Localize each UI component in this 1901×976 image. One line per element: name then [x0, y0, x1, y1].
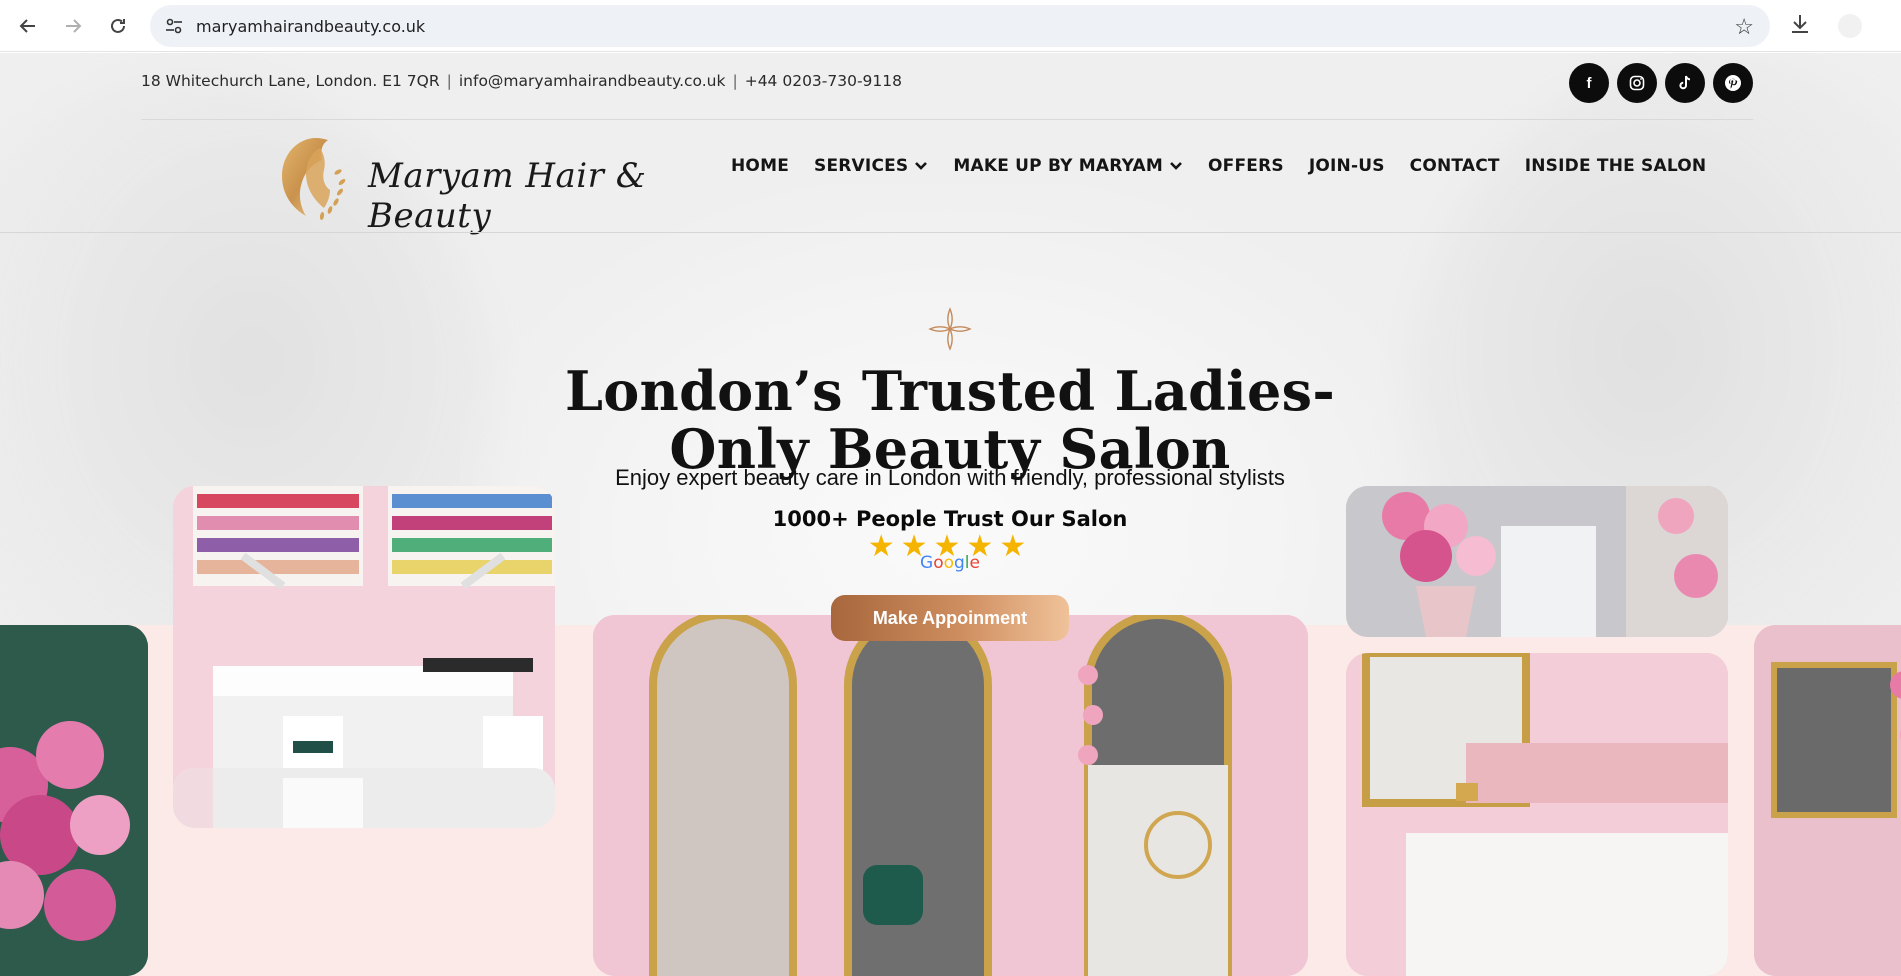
- main-navigation: HOME SERVICES MAKE UP BY MARYAM OFFERS J…: [731, 156, 1706, 176]
- bookmark-star-icon[interactable]: ☆: [1734, 14, 1754, 40]
- hero-title: London’s Trusted Ladies- Only Beauty Sal…: [450, 362, 1450, 478]
- nav-services[interactable]: SERVICES: [814, 156, 928, 176]
- gallery-photo-products: [173, 768, 555, 828]
- hero-subtitle: Enjoy expert beauty care in London with …: [615, 465, 1285, 490]
- nav-contact[interactable]: CONTACT: [1410, 156, 1500, 176]
- ornament-icon: [928, 307, 972, 351]
- nav-label: SERVICES: [814, 156, 909, 176]
- instagram-icon[interactable]: [1617, 63, 1657, 103]
- profile-avatar[interactable]: [1838, 14, 1862, 38]
- nav-offers[interactable]: OFFERS: [1208, 156, 1284, 176]
- phone-link[interactable]: +44 0203-730-9118: [745, 72, 902, 90]
- gallery-photo-salon-mirrors: [593, 615, 1308, 976]
- nav-label: JOIN-US: [1308, 156, 1385, 176]
- google-letter: e: [969, 553, 980, 573]
- logo-mark-icon: [282, 138, 346, 220]
- chevron-down-icon: [915, 162, 928, 170]
- nav-make-up-by-maryam[interactable]: MAKE UP BY MARYAM: [953, 156, 1183, 176]
- make-appointment-button[interactable]: Make Appoinment: [831, 595, 1069, 641]
- reload-icon[interactable]: [104, 12, 132, 40]
- separator: |: [732, 72, 738, 90]
- hero-title-line1: London’s Trusted Ladies-: [564, 359, 1336, 423]
- nav-label: INSIDE THE SALON: [1524, 156, 1707, 176]
- tiktok-icon[interactable]: [1665, 63, 1705, 103]
- nav-label: OFFERS: [1208, 156, 1284, 176]
- download-icon[interactable]: [1788, 12, 1816, 40]
- google-letter: g: [954, 553, 965, 573]
- site-info-icon[interactable]: [164, 16, 184, 36]
- gallery-photo-treatment-room: [1346, 653, 1728, 976]
- forward-icon[interactable]: [59, 12, 87, 40]
- nav-join-us[interactable]: JOIN-US: [1309, 156, 1385, 176]
- google-logo: Google: [450, 553, 1450, 573]
- contact-topbar: 18 Whitechurch Lane, London. E1 7QR | info…: [141, 53, 1753, 120]
- back-icon[interactable]: [14, 12, 42, 40]
- nav-inside-the-salon[interactable]: INSIDE THE SALON: [1525, 156, 1707, 176]
- gallery-photo-flowers-vase: [1346, 486, 1728, 637]
- url-text[interactable]: maryamhairandbeauty.co.uk: [196, 17, 425, 36]
- contact-info: 18 Whitechurch Lane, London. E1 7QR | info…: [141, 72, 902, 90]
- google-letter: o: [933, 553, 944, 573]
- nav-label: MAKE UP BY MARYAM: [953, 156, 1163, 176]
- address-bar[interactable]: maryamhairandbeauty.co.uk ☆: [150, 5, 1770, 47]
- google-letter: o: [943, 553, 954, 573]
- google-letter: G: [920, 553, 934, 573]
- chevron-down-icon: [1170, 162, 1182, 170]
- logo-text: Maryam Hair & Beauty: [368, 156, 647, 236]
- gallery-photo-salon-right: [1754, 625, 1901, 976]
- social-links: f: [1569, 63, 1753, 103]
- gallery-photo-flowers-left: [0, 625, 148, 976]
- web-page: 18 Whitechurch Lane, London. E1 7QR | info…: [0, 53, 1901, 976]
- separator: |: [446, 72, 452, 90]
- nav-label: HOME: [731, 156, 790, 176]
- gallery-photo-nail-station: [173, 486, 555, 804]
- pinterest-icon[interactable]: [1713, 63, 1753, 103]
- header-divider: [0, 232, 1901, 233]
- facebook-icon[interactable]: f: [1569, 63, 1609, 103]
- browser-toolbar: maryamhairandbeauty.co.uk ☆: [0, 0, 1901, 52]
- nav-home[interactable]: HOME: [731, 156, 789, 176]
- email-link[interactable]: info@maryamhairandbeauty.co.uk: [459, 72, 726, 90]
- trust-heading: 1000+ People Trust Our Salon: [772, 507, 1128, 531]
- address-text: 18 Whitechurch Lane, London. E1 7QR: [141, 72, 440, 90]
- site-logo[interactable]: Maryam Hair & Beauty: [268, 132, 648, 236]
- nav-label: CONTACT: [1409, 156, 1500, 176]
